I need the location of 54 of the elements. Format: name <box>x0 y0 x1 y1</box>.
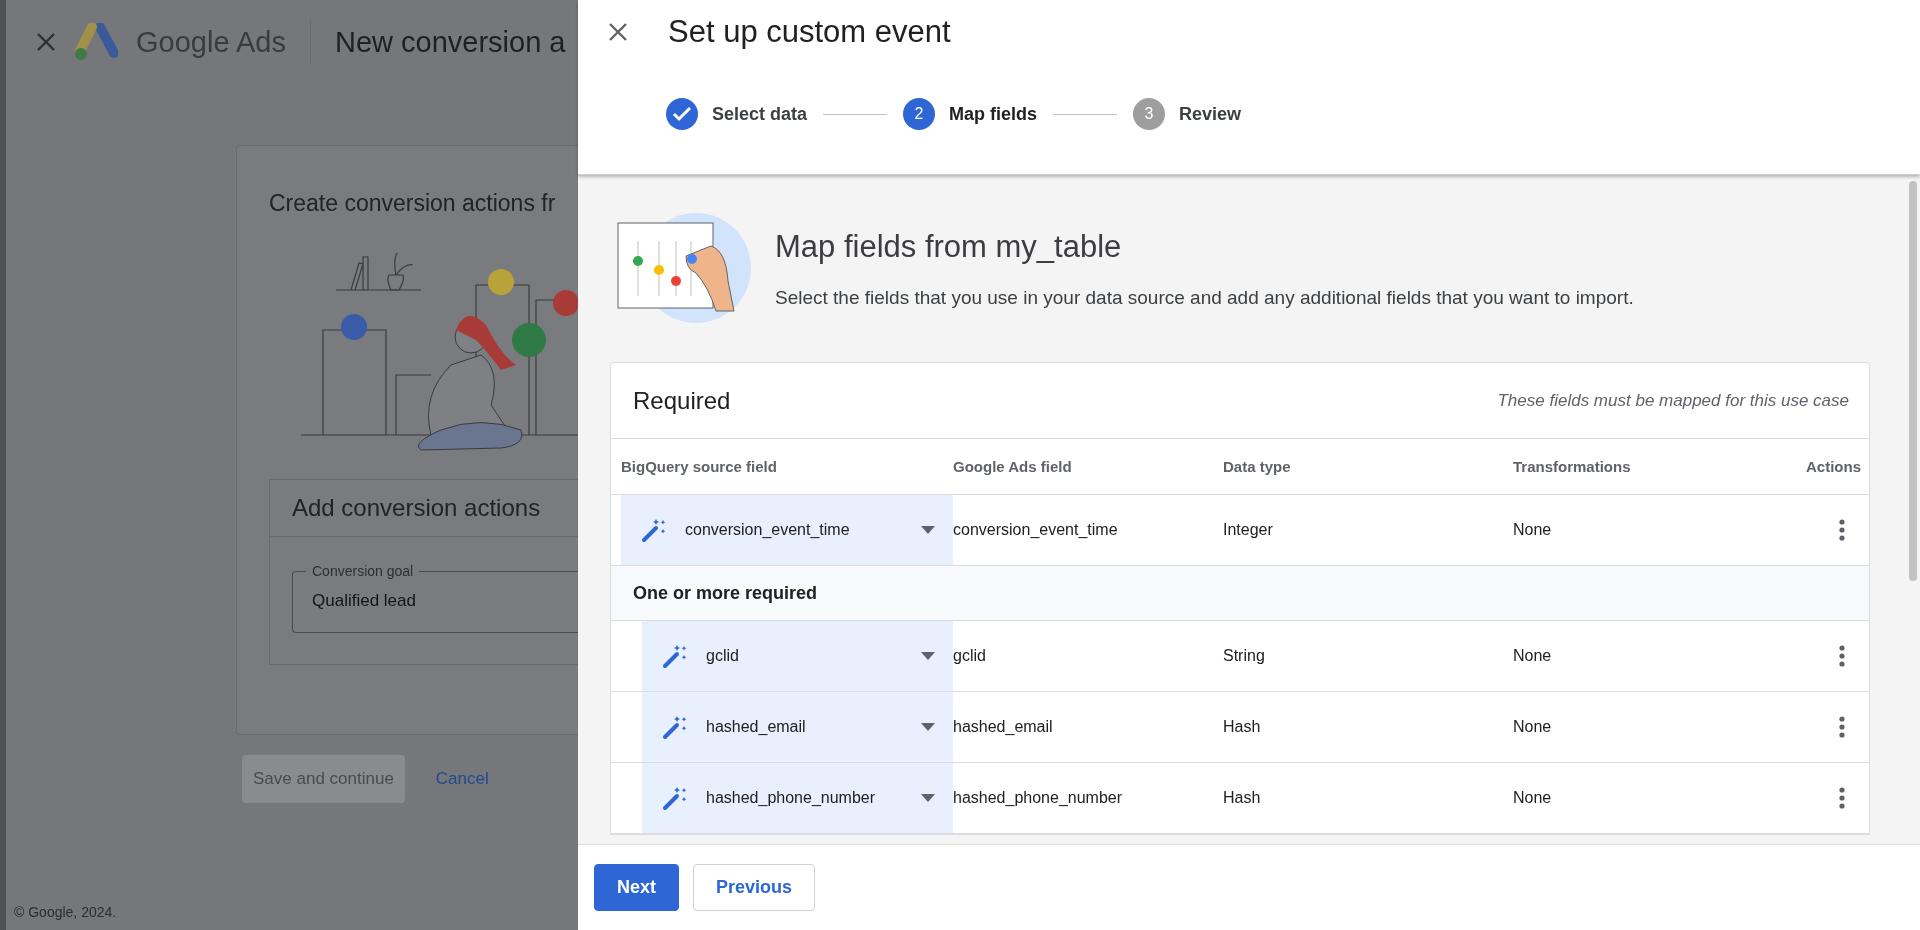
google-ads-field-text: hashed_email <box>953 718 1053 736</box>
data-type-text: Hash <box>1223 789 1261 807</box>
product-name: Google Ads <box>136 25 286 59</box>
source-field-dropdown[interactable]: hashed_phone_number <box>642 763 953 833</box>
section-description: Select the fields that you use in your data source and add any additional fields that you want to import. <box>775 286 1634 309</box>
copyright-text: © Google, 2024. <box>14 904 117 920</box>
step-label: Review <box>1179 103 1242 125</box>
close-icon[interactable] <box>36 32 56 52</box>
magic-wand-icon <box>662 643 688 669</box>
previous-button[interactable]: Previous <box>693 864 816 911</box>
caret-icon <box>921 526 935 534</box>
caret-icon <box>921 652 935 660</box>
table-note: These fields must be mapped for this use case <box>1497 390 1849 411</box>
scrollbar-thumb[interactable] <box>1908 181 1917 581</box>
group-label: One or more required <box>633 582 818 604</box>
more-vert-icon <box>1839 519 1845 541</box>
more-vert-icon <box>1839 645 1845 667</box>
data-type-text: Hash <box>1223 718 1261 736</box>
next-button[interactable]: Next <box>594 864 679 911</box>
google-ads-field-text: hashed_phone_number <box>953 789 1123 807</box>
column-header: Transformations <box>1513 458 1631 475</box>
source-field-dropdown[interactable]: hashed_email <box>642 692 953 762</box>
card-title: Create conversion actions fr <box>269 190 557 217</box>
caret-icon <box>921 794 935 802</box>
step-label: Select data <box>712 103 808 125</box>
transformations-text: None <box>1513 789 1552 807</box>
more-vert-icon <box>1839 787 1845 809</box>
column-header: BigQuery source field <box>621 458 777 475</box>
step-marker: 3 <box>1133 98 1166 130</box>
more-vert-icon <box>1839 716 1845 738</box>
magic-wand-icon <box>662 714 688 740</box>
data-type-text: Integer <box>1223 521 1273 539</box>
google-ads-field-text: gclid <box>953 647 986 665</box>
check-icon <box>672 106 692 122</box>
magic-wand-icon <box>641 517 667 543</box>
section-heading: Map fields from my_table <box>775 228 1123 265</box>
column-header: Google Ads field <box>953 458 1072 475</box>
data-type-text: String <box>1223 647 1265 665</box>
panel-title: Set up custom event <box>668 14 951 50</box>
column-header: Actions <box>1806 458 1861 475</box>
caret-icon <box>921 723 935 731</box>
transformations-text: None <box>1513 521 1552 539</box>
step-marker: 2 <box>903 98 936 130</box>
page-title: New conversion a <box>334 25 566 59</box>
column-header: Data type <box>1223 458 1291 475</box>
table-title: Required <box>633 386 731 415</box>
transformations-text: None <box>1513 647 1552 665</box>
source-field-dropdown[interactable]: conversion_event_time <box>621 495 953 565</box>
transformations-text: None <box>1513 718 1552 736</box>
google-ads-field-text: conversion_event_time <box>953 521 1118 539</box>
magic-wand-icon <box>662 785 688 811</box>
triangle-logo-icon <box>74 23 118 61</box>
source-field-dropdown[interactable]: gclid <box>642 621 953 691</box>
step-label: Map fields <box>949 103 1038 125</box>
